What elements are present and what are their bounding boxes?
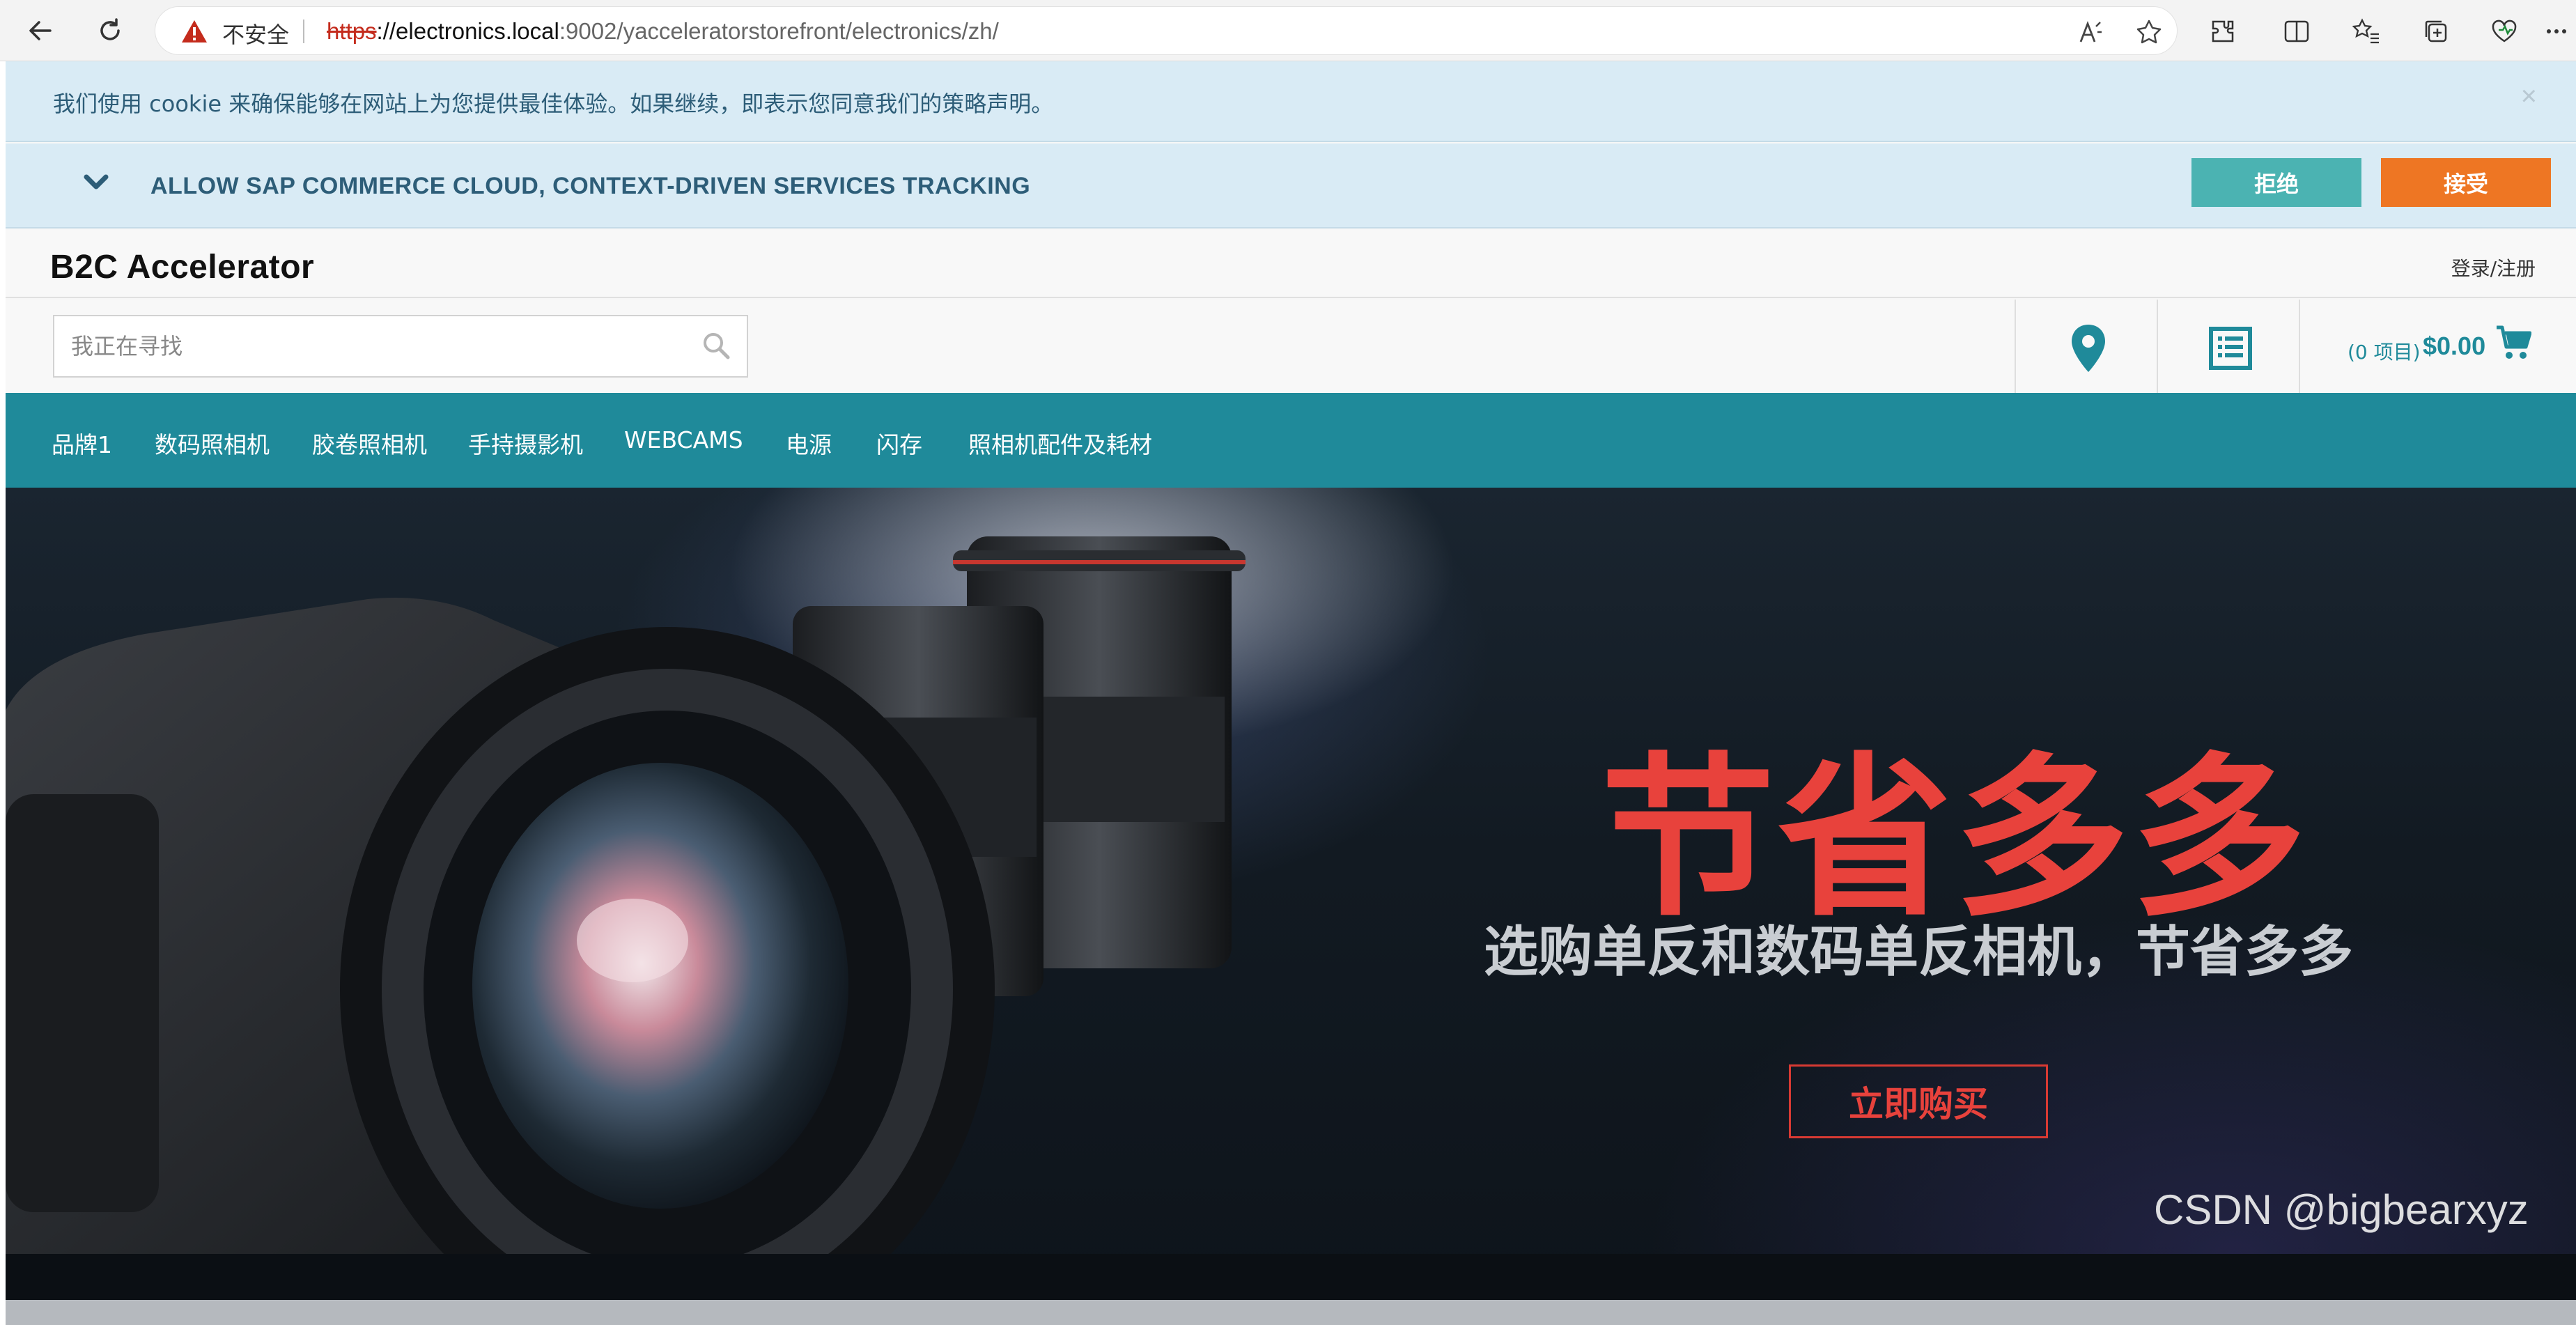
cookie-consent-bar: ALLOW SAP COMMERCE CLOUD, CONTEXT-DRIVEN… bbox=[6, 144, 2576, 228]
search-box bbox=[53, 315, 748, 378]
address-divider bbox=[303, 20, 304, 43]
hero-subtitle: 选购单反和数码单反相机，节省多多 bbox=[1484, 921, 2354, 984]
category-item[interactable]: 电源 bbox=[786, 426, 832, 460]
security-label: 不安全 bbox=[222, 22, 290, 48]
site-header: B2C Accelerator 登录/注册 bbox=[6, 230, 2576, 298]
back-icon[interactable] bbox=[20, 10, 61, 52]
search-input[interactable] bbox=[54, 316, 681, 376]
read-aloud-icon[interactable] bbox=[2075, 17, 2106, 47]
category-item[interactable]: 手持摄影机 bbox=[468, 426, 583, 460]
web-page: 我们使用 cookie 来确保能够在网站上为您提供最佳体验。如果继续，即表示您同… bbox=[6, 61, 2576, 1325]
url-protocol: https bbox=[327, 18, 377, 44]
favorite-star-icon[interactable] bbox=[2134, 17, 2164, 47]
page-bottom-strip bbox=[6, 1300, 2576, 1325]
hero-banner[interactable]: 节省多多 选购单反和数码单反相机，节省多多 立即购买 bbox=[6, 488, 2576, 1300]
reject-button[interactable]: 拒绝 bbox=[2191, 158, 2361, 207]
browser-toolbar: 不安全 https://electronics.local:9002/yacce… bbox=[0, 0, 2576, 61]
tracking-consent-label[interactable]: ALLOW SAP COMMERCE CLOUD, CONTEXT-DRIVEN… bbox=[150, 173, 1030, 200]
category-item[interactable]: 胶卷照相机 bbox=[312, 426, 427, 460]
header-divider bbox=[2015, 300, 2016, 393]
split-screen-icon[interactable] bbox=[2278, 13, 2315, 50]
url-text[interactable]: https://electronics.local:9002/yaccelera… bbox=[327, 18, 999, 45]
collections-icon[interactable] bbox=[2417, 13, 2455, 50]
warning-icon bbox=[180, 19, 208, 47]
browser-essentials-icon[interactable] bbox=[2485, 13, 2523, 50]
cookie-notice-text: 我们使用 cookie 来确保能够在网站上为您提供最佳体验。如果继续，即表示您同… bbox=[53, 91, 1054, 117]
shop-now-button[interactable]: 立即购买 bbox=[1789, 1064, 2048, 1138]
category-item[interactable]: WEBCAMS bbox=[624, 426, 743, 454]
cart-item-count[interactable]: (0 项目) bbox=[2348, 337, 2421, 365]
site-logo[interactable]: B2C Accelerator bbox=[50, 248, 314, 286]
site-search-bar: (0 项目) $0.00 bbox=[6, 300, 2576, 393]
category-item[interactable]: 闪存 bbox=[876, 426, 922, 460]
search-icon[interactable] bbox=[701, 330, 731, 364]
category-item[interactable]: 照相机配件及耗材 bbox=[968, 426, 1152, 460]
login-register-link[interactable]: 登录/注册 bbox=[2451, 254, 2536, 281]
cart-icon[interactable] bbox=[2495, 325, 2532, 364]
url-host: ://electronics.local bbox=[376, 18, 559, 44]
url-path: :9002/yacceleratorstorefront/electronics… bbox=[559, 18, 999, 44]
close-icon[interactable]: × bbox=[2521, 82, 2537, 110]
chevron-down-icon[interactable] bbox=[82, 171, 110, 196]
header-divider bbox=[2299, 300, 2300, 393]
favorites-list-icon[interactable] bbox=[2348, 13, 2385, 50]
store-locator-icon[interactable] bbox=[2061, 320, 2116, 376]
header-divider bbox=[2157, 300, 2158, 393]
address-bar[interactable]: 不安全 https://electronics.local:9002/yacce… bbox=[155, 6, 2178, 55]
refresh-icon[interactable] bbox=[89, 10, 131, 52]
extensions-icon[interactable] bbox=[2204, 13, 2242, 50]
cart-total[interactable]: $0.00 bbox=[2423, 332, 2485, 361]
watermark: CSDN @bigbearxyz bbox=[2154, 1186, 2529, 1233]
order-form-icon[interactable] bbox=[2203, 320, 2258, 376]
category-item[interactable]: 品牌1 bbox=[52, 426, 112, 460]
accept-button[interactable]: 接受 bbox=[2381, 158, 2551, 207]
more-menu-icon[interactable] bbox=[2543, 13, 2570, 50]
category-nav: 品牌1 数码照相机 胶卷照相机 手持摄影机 WEBCAMS 电源 闪存 照相机配… bbox=[6, 393, 2576, 488]
category-item[interactable]: 数码照相机 bbox=[155, 426, 270, 460]
cookie-notice: 我们使用 cookie 来确保能够在网站上为您提供最佳体验。如果继续，即表示您同… bbox=[6, 61, 2576, 142]
